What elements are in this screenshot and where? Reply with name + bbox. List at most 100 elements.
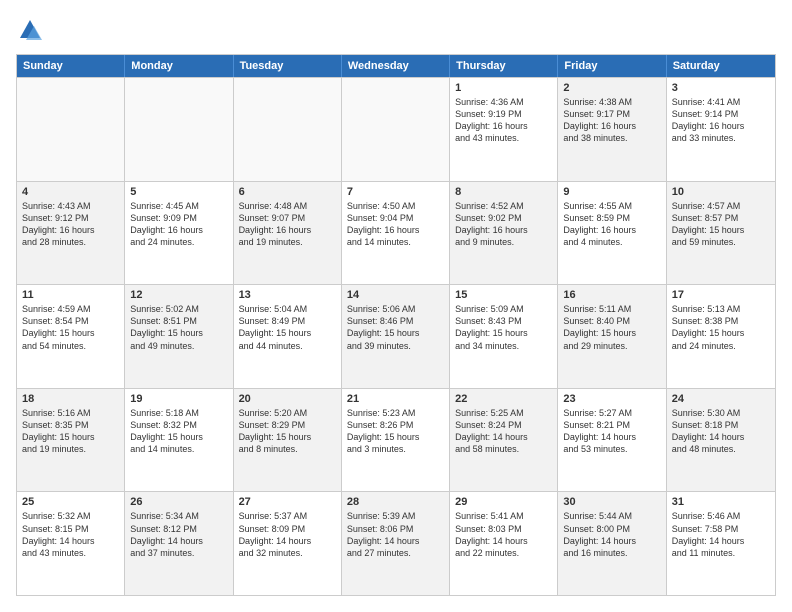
day-header-saturday: Saturday — [667, 55, 775, 77]
day-info: Sunrise: 5:39 AMSunset: 8:06 PMDaylight:… — [347, 510, 444, 559]
cal-day-27: 27 Sunrise: 5:37 AMSunset: 8:09 PMDayligh… — [234, 492, 342, 595]
cal-empty — [125, 78, 233, 181]
cal-day-9: 9 Sunrise: 4:55 AMSunset: 8:59 PMDaylight… — [558, 182, 666, 285]
day-info: Sunrise: 5:44 AMSunset: 8:00 PMDaylight:… — [563, 510, 660, 559]
cal-day-14: 14 Sunrise: 5:06 AMSunset: 8:46 PMDayligh… — [342, 285, 450, 388]
cal-empty — [234, 78, 342, 181]
day-number: 26 — [130, 496, 227, 508]
day-number: 15 — [455, 289, 552, 301]
day-info: Sunrise: 4:41 AMSunset: 9:14 PMDaylight:… — [672, 96, 770, 145]
cal-day-25: 25 Sunrise: 5:32 AMSunset: 8:15 PMDayligh… — [17, 492, 125, 595]
day-info: Sunrise: 5:02 AMSunset: 8:51 PMDaylight:… — [130, 303, 227, 352]
cal-day-16: 16 Sunrise: 5:11 AMSunset: 8:40 PMDayligh… — [558, 285, 666, 388]
cal-day-13: 13 Sunrise: 5:04 AMSunset: 8:49 PMDayligh… — [234, 285, 342, 388]
cal-day-10: 10 Sunrise: 4:57 AMSunset: 8:57 PMDayligh… — [667, 182, 775, 285]
logo — [16, 16, 48, 44]
day-info: Sunrise: 4:59 AMSunset: 8:54 PMDaylight:… — [22, 303, 119, 352]
day-number: 10 — [672, 186, 770, 198]
day-number: 4 — [22, 186, 119, 198]
day-number: 19 — [130, 393, 227, 405]
cal-day-8: 8 Sunrise: 4:52 AMSunset: 9:02 PMDaylight… — [450, 182, 558, 285]
cal-day-12: 12 Sunrise: 5:02 AMSunset: 8:51 PMDayligh… — [125, 285, 233, 388]
cal-day-3: 3 Sunrise: 4:41 AMSunset: 9:14 PMDaylight… — [667, 78, 775, 181]
day-number: 11 — [22, 289, 119, 301]
cal-day-6: 6 Sunrise: 4:48 AMSunset: 9:07 PMDaylight… — [234, 182, 342, 285]
cal-day-23: 23Sunrise: 5:27 AMSunset: 8:21 PMDayligh… — [558, 389, 666, 492]
day-number: 5 — [130, 186, 227, 198]
day-header-monday: Monday — [125, 55, 233, 77]
day-header-tuesday: Tuesday — [234, 55, 342, 77]
cal-day-7: 7Sunrise: 4:50 AMSunset: 9:04 PMDaylight… — [342, 182, 450, 285]
day-info: Sunrise: 5:32 AMSunset: 8:15 PMDaylight:… — [22, 510, 119, 559]
day-info: Sunrise: 4:48 AMSunset: 9:07 PMDaylight:… — [239, 200, 336, 249]
cal-day-26: 26 Sunrise: 5:34 AMSunset: 8:12 PMDayligh… — [125, 492, 233, 595]
day-info: Sunrise: 4:45 AMSunset: 9:09 PMDaylight:… — [130, 200, 227, 249]
day-info: Sunrise: 5:25 AMSunset: 8:24 PMDaylight:… — [455, 407, 552, 456]
day-header-wednesday: Wednesday — [342, 55, 450, 77]
cal-day-19: 19 Sunrise: 5:18 AMSunset: 8:32 PMDayligh… — [125, 389, 233, 492]
day-info: Sunrise: 5:30 AMSunset: 8:18 PMDaylight:… — [672, 407, 770, 456]
day-info: Sunrise: 4:50 AMSunset: 9:04 PMDaylight:… — [347, 200, 444, 249]
cal-week-3: 11 Sunrise: 4:59 AMSunset: 8:54 PMDayligh… — [17, 284, 775, 388]
day-number: 22 — [455, 393, 552, 405]
day-number: 3 — [672, 82, 770, 94]
day-number: 28 — [347, 496, 444, 508]
day-number: 24 — [672, 393, 770, 405]
day-number: 25 — [22, 496, 119, 508]
cal-day-15: 15 Sunrise: 5:09 AMSunset: 8:43 PMDayligh… — [450, 285, 558, 388]
cal-week-1: 1Sunrise: 4:36 AMSunset: 9:19 PMDaylight… — [17, 77, 775, 181]
day-header-thursday: Thursday — [450, 55, 558, 77]
cal-week-2: 4Sunrise: 4:43 AMSunset: 9:12 PMDaylight… — [17, 181, 775, 285]
day-info: Sunrise: 5:46 AMSunset: 7:58 PMDaylight:… — [672, 510, 770, 559]
day-info: Sunrise: 5:23 AMSunset: 8:26 PMDaylight:… — [347, 407, 444, 456]
cal-day-2: 2 Sunrise: 4:38 AMSunset: 9:17 PMDaylight… — [558, 78, 666, 181]
day-header-sunday: Sunday — [17, 55, 125, 77]
day-number: 27 — [239, 496, 336, 508]
cal-day-28: 28 Sunrise: 5:39 AMSunset: 8:06 PMDayligh… — [342, 492, 450, 595]
day-number: 1 — [455, 82, 552, 94]
calendar: SundayMondayTuesdayWednesdayThursdayFrid… — [16, 54, 776, 596]
day-info: Sunrise: 4:38 AMSunset: 9:17 PMDaylight:… — [563, 96, 660, 145]
day-number: 8 — [455, 186, 552, 198]
day-info: Sunrise: 5:11 AMSunset: 8:40 PMDaylight:… — [563, 303, 660, 352]
day-number: 14 — [347, 289, 444, 301]
cal-day-5: 5 Sunrise: 4:45 AMSunset: 9:09 PMDaylight… — [125, 182, 233, 285]
cal-empty — [342, 78, 450, 181]
cal-week-4: 18 Sunrise: 5:16 AMSunset: 8:35 PMDayligh… — [17, 388, 775, 492]
header — [16, 16, 776, 44]
day-number: 29 — [455, 496, 552, 508]
logo-icon — [16, 16, 44, 44]
cal-day-29: 29Sunrise: 5:41 AMSunset: 8:03 PMDayligh… — [450, 492, 558, 595]
day-info: Sunrise: 4:55 AMSunset: 8:59 PMDaylight:… — [563, 200, 660, 249]
day-info: Sunrise: 5:09 AMSunset: 8:43 PMDaylight:… — [455, 303, 552, 352]
day-number: 20 — [239, 393, 336, 405]
day-info: Sunrise: 5:16 AMSunset: 8:35 PMDaylight:… — [22, 407, 119, 456]
day-info: Sunrise: 5:20 AMSunset: 8:29 PMDaylight:… — [239, 407, 336, 456]
day-number: 30 — [563, 496, 660, 508]
cal-day-24: 24 Sunrise: 5:30 AMSunset: 8:18 PMDayligh… — [667, 389, 775, 492]
day-info: Sunrise: 5:04 AMSunset: 8:49 PMDaylight:… — [239, 303, 336, 352]
day-info: Sunrise: 5:06 AMSunset: 8:46 PMDaylight:… — [347, 303, 444, 352]
day-info: Sunrise: 5:37 AMSunset: 8:09 PMDaylight:… — [239, 510, 336, 559]
cal-day-17: 17Sunrise: 5:13 AMSunset: 8:38 PMDayligh… — [667, 285, 775, 388]
day-header-friday: Friday — [558, 55, 666, 77]
day-number: 9 — [563, 186, 660, 198]
cal-day-1: 1Sunrise: 4:36 AMSunset: 9:19 PMDaylight… — [450, 78, 558, 181]
day-number: 18 — [22, 393, 119, 405]
cal-day-30: 30 Sunrise: 5:44 AMSunset: 8:00 PMDayligh… — [558, 492, 666, 595]
day-info: Sunrise: 4:57 AMSunset: 8:57 PMDaylight:… — [672, 200, 770, 249]
day-number: 16 — [563, 289, 660, 301]
day-info: Sunrise: 4:52 AMSunset: 9:02 PMDaylight:… — [455, 200, 552, 249]
cal-day-31: 31Sunrise: 5:46 AMSunset: 7:58 PMDayligh… — [667, 492, 775, 595]
day-info: Sunrise: 5:34 AMSunset: 8:12 PMDaylight:… — [130, 510, 227, 559]
cal-day-18: 18 Sunrise: 5:16 AMSunset: 8:35 PMDayligh… — [17, 389, 125, 492]
day-number: 2 — [563, 82, 660, 94]
day-number: 6 — [239, 186, 336, 198]
day-info: Sunrise: 5:13 AMSunset: 8:38 PMDaylight:… — [672, 303, 770, 352]
day-number: 12 — [130, 289, 227, 301]
day-number: 21 — [347, 393, 444, 405]
day-number: 13 — [239, 289, 336, 301]
cal-day-20: 20 Sunrise: 5:20 AMSunset: 8:29 PMDayligh… — [234, 389, 342, 492]
cal-week-5: 25 Sunrise: 5:32 AMSunset: 8:15 PMDayligh… — [17, 491, 775, 595]
day-info: Sunrise: 5:18 AMSunset: 8:32 PMDaylight:… — [130, 407, 227, 456]
